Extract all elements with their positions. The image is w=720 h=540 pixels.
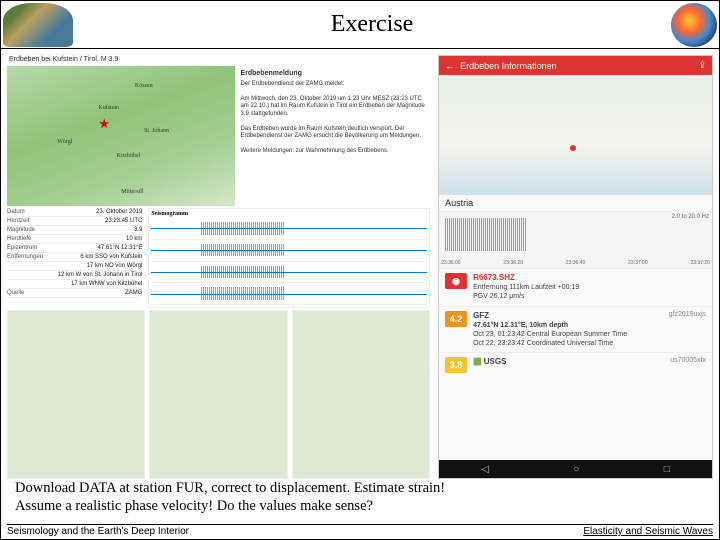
seismogram-heading: Seismogramm [151, 211, 427, 217]
report-line: Der Erdbebendienst der ZAMG meldet: [240, 81, 425, 89]
tick: 23:37:00 [628, 260, 647, 266]
report-line: Das Erdbeben wurde im Raum Kufstein deut… [240, 126, 425, 141]
magnitude-badge: 3.8 [445, 357, 467, 373]
logo-left [3, 3, 73, 47]
seismo-trace [151, 262, 427, 284]
thumbnail-map [7, 310, 145, 479]
sensor-icon: ◉ [445, 273, 467, 289]
phone-app-bar: ← Erdbeben Informationen ⇪ [439, 56, 712, 75]
meta-val: 17 km WNW von Kitzbühel [71, 281, 142, 287]
footer-right: Elasticity and Seismic Waves [583, 526, 713, 537]
android-navbar: ◁ ○ □ [439, 460, 712, 478]
logo-right [671, 3, 717, 47]
meta-val: 23. Oktober 2019 [96, 209, 142, 215]
back-arrow-icon[interactable]: ← [445, 61, 454, 71]
title-bar: Exercise [1, 1, 719, 49]
map-caption: Erdbeben bei Kufstein / Tirol, M 3.9 [7, 55, 430, 64]
waveform-plot: 2.0 to 20.0 Hz 23:36:00 23:36:20 23:36:4… [439, 212, 712, 268]
agency-panel-usgs[interactable]: 3.8 🟩 USGS us70005xfx [439, 352, 712, 377]
meta-key: Herdzeit [7, 218, 29, 224]
event-time-local: Oct 23, 01:23:42 Central European Summer… [473, 330, 663, 339]
meta-key: Quelle [7, 290, 24, 296]
sensor-pgv: PGV 26.12 μm/s [473, 292, 706, 301]
thumbnail-map [292, 310, 430, 479]
meta-val: 6 km SSO von Kufstein [80, 254, 142, 260]
seismo-trace [151, 283, 427, 305]
epicenter-star-icon: ★ [98, 116, 110, 132]
country-label: Austria [439, 195, 712, 212]
city-label: St. Johann [144, 128, 169, 134]
meta-val: 23:23:45 UTC [105, 218, 142, 224]
meta-val: 12 km W von St. Johann in Tirol [58, 272, 143, 278]
epicenter-map: ★ Kössen Kufstein Wörgl St. Johann Kitzb… [7, 66, 235, 206]
city-label: Kitzbühel [117, 153, 141, 159]
footer-left: Seismology and the Earth's Deep Interior [7, 526, 189, 537]
sensor-title: R6673.SHZ [473, 273, 706, 283]
report-line: Weitere Meldungen: zur Wahrnehmung des E… [240, 148, 425, 156]
meta-key: Herdtiefe [7, 236, 31, 242]
nav-recent-icon[interactable]: □ [664, 464, 670, 475]
europe-map[interactable] [439, 75, 712, 195]
tick: 23:36:20 [503, 260, 522, 266]
city-label: Kufstein [98, 105, 119, 111]
instruction-line1: Download DATA at station FUR, correct to… [15, 480, 445, 496]
meta-val: ZAMG [125, 290, 142, 296]
flag-icon: 🟩 [473, 359, 482, 366]
thumbnail-map [149, 310, 287, 479]
magnitude-badge: 4.2 [445, 311, 467, 327]
zamg-report-column: Erdbeben bei Kufstein / Tirol, M 3.9 ★ K… [7, 55, 430, 479]
meta-key: Epizentrum [7, 245, 37, 251]
tick: 23:36:40 [566, 260, 585, 266]
meta-val: 10 km [126, 236, 142, 242]
city-label: Mittersill [121, 189, 143, 195]
earthquake-report-text: Erdbebenmeldung Der Erdbebendienst der Z… [235, 66, 430, 206]
nav-back-icon[interactable]: ◁ [481, 464, 489, 475]
nav-home-icon[interactable]: ○ [573, 464, 579, 475]
event-id: us70005xfx [670, 357, 706, 364]
sensor-panel[interactable]: ◉ R6673.SHZ Entfernung 111km Laufzeit +0… [439, 268, 712, 306]
event-coords: 47.61°N 12.31°E, 10km depth [473, 321, 663, 330]
time-axis: 23:36:00 23:36:20 23:36:40 23:37:00 23:3… [439, 260, 712, 266]
seismo-trace [151, 218, 427, 240]
phone-screenshot: ← Erdbeben Informationen ⇪ Austria 2.0 t… [438, 55, 713, 479]
tick: 23:36:00 [441, 260, 460, 266]
agency-panel-gfz[interactable]: 4.2 GFZ 47.61°N 12.31°E, 10km depth Oct … [439, 306, 712, 353]
sensor-distance: Entfernung 111km Laufzeit +00:19 [473, 283, 706, 292]
city-label: Wörgl [57, 139, 72, 145]
instruction-line2: Assume a realistic phase velocity! Do th… [15, 498, 373, 514]
meta-val: 17 km NO von Wörgl [87, 263, 143, 269]
seismo-trace [151, 240, 427, 262]
slide-footer: Seismology and the Earth's Deep Interior… [7, 524, 713, 537]
tick: 23:37:20 [691, 260, 710, 266]
epicenter-marker-icon [570, 145, 576, 151]
seismogram-panel: Seismogramm [148, 208, 430, 308]
meta-key: Datum [7, 209, 25, 215]
meta-key: Entfernungen [7, 254, 43, 260]
agency-title: USGS [484, 357, 507, 366]
report-line: Am Mittwoch, den 23. Oktober 2019 um 1:2… [240, 96, 425, 119]
slide-title: Exercise [75, 11, 669, 38]
filter-range: 2.0 to 20.0 Hz [672, 214, 709, 220]
agency-title: GFZ [473, 311, 663, 321]
event-id: gfz2019uxjs [669, 311, 706, 318]
metadata-table: Datum 23. Oktober 2019 Herdzeit 23:23:45 U… [7, 208, 142, 308]
share-icon[interactable]: ⇪ [698, 60, 706, 71]
meta-key: Magnitude [7, 227, 35, 233]
exercise-instruction: Download DATA at station FUR, correct to… [15, 479, 705, 515]
phone-title: Erdbeben Informationen [460, 61, 557, 71]
meta-val: 3.9 [134, 227, 142, 233]
meta-val: 47.61°N 12.31°E [98, 245, 143, 251]
report-heading: Erdbebenmeldung [240, 70, 425, 79]
event-time-utc: Oct 22, 23:23:42 Coordinated Universal T… [473, 339, 663, 348]
city-label: Kössen [135, 83, 153, 89]
